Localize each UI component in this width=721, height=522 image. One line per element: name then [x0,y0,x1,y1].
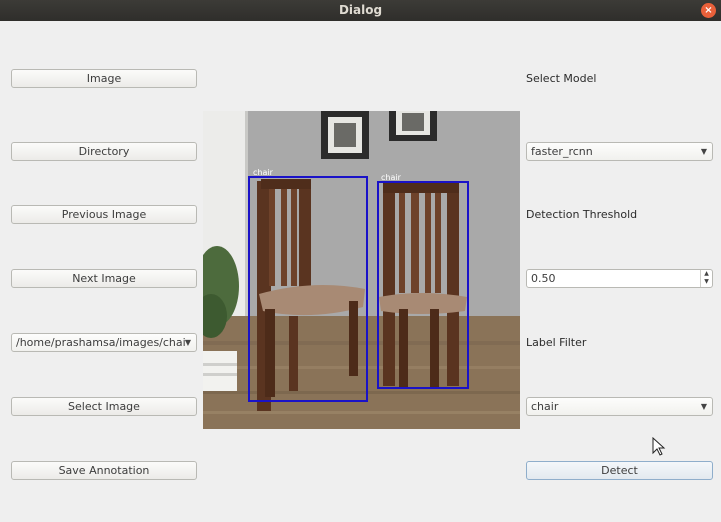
model-value: faster_rcnn [531,145,593,158]
detection-image: chair chair [203,111,520,429]
detection-threshold-label: Detection Threshold [526,208,638,221]
label-filter-label: Label Filter [526,336,587,349]
image-viewer[interactable]: chair chair [203,111,520,429]
chevron-down-icon: ▼ [184,338,191,347]
detect-button[interactable]: Detect [526,461,713,480]
mouse-pointer-icon [652,437,666,456]
detection-label: chair [253,168,274,177]
chevron-down-icon: ▼ [700,402,707,411]
threshold-spinbox[interactable]: 0.50 ▲ ▼ [526,269,713,288]
label-filter-select[interactable]: chair ▼ [526,397,713,416]
threshold-value: 0.50 [531,272,556,285]
directory-button[interactable]: Directory [11,142,197,161]
model-select[interactable]: faster_rcnn ▼ [526,142,713,161]
next-image-button[interactable]: Next Image [11,269,197,288]
spin-arrows-icon[interactable]: ▲ ▼ [700,270,712,287]
save-annotation-button[interactable]: Save Annotation [11,461,197,480]
label-filter-value: chair [531,400,559,413]
select-model-label: Select Model [526,72,597,85]
chevron-down-icon: ▼ [700,147,707,156]
window-titlebar: Dialog × [0,0,721,21]
previous-image-button[interactable]: Previous Image [11,205,197,224]
select-image-button[interactable]: Select Image [11,397,197,416]
detection-label: chair [381,173,402,182]
close-icon[interactable]: × [701,3,716,18]
window-title: Dialog [338,3,383,17]
path-value: /home/prashamsa/images/chai [16,336,186,349]
image-button[interactable]: Image [11,69,197,88]
path-select[interactable]: /home/prashamsa/images/chai ▼ [11,333,197,352]
